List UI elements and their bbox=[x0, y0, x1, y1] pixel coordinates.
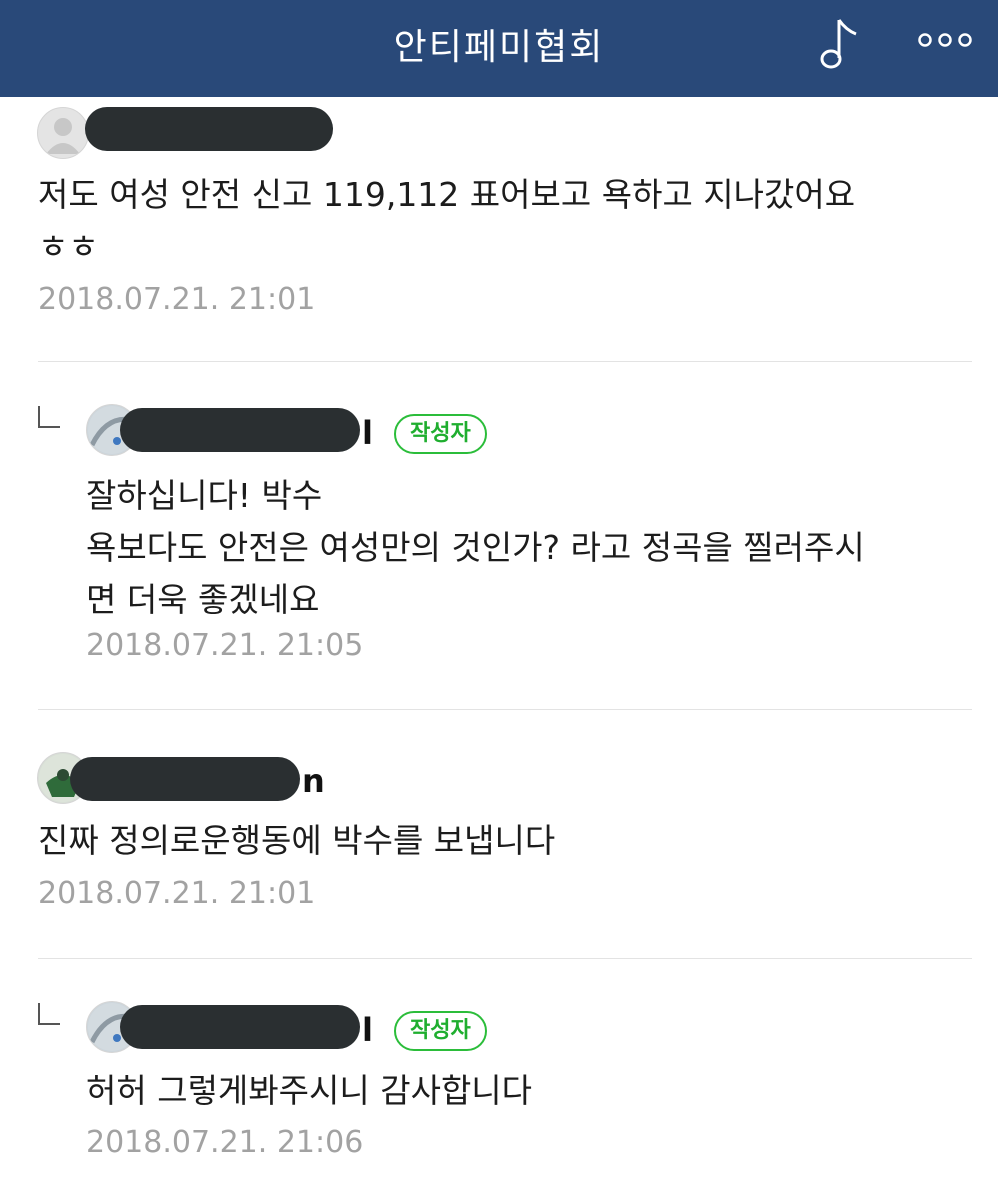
comment-timestamp: 2018.07.21. 21:06 bbox=[86, 1125, 364, 1160]
comment-timestamp: 2018.07.21. 21:01 bbox=[38, 282, 316, 317]
comment-text: 잘하십니다! 박수 욕보다도 안전은 여성만의 것인가? 라고 정곡을 찔러주시… bbox=[86, 476, 865, 619]
more-dots-icon[interactable] bbox=[915, 28, 975, 52]
redacted-username bbox=[85, 107, 333, 151]
redacted-username bbox=[120, 1005, 360, 1049]
music-note-icon[interactable] bbox=[806, 12, 866, 72]
username-tail: n bbox=[302, 762, 325, 800]
username-tail: l bbox=[362, 1011, 373, 1049]
app-header: 안티페미협회 bbox=[0, 0, 998, 97]
reply-item: l 작성자 잘하십니다! 박수 욕보다도 안전은 여성만의 것인가? 라고 정곡… bbox=[0, 362, 998, 710]
author-badge: 작성자 bbox=[394, 414, 487, 454]
author-badge: 작성자 bbox=[394, 1011, 487, 1051]
comment-timestamp: 2018.07.21. 21:05 bbox=[86, 628, 364, 663]
reply-indent-icon bbox=[38, 1003, 60, 1025]
reply-item: l 작성자 허허 그렇게봐주시니 감사합니다 2018.07.21. 21:06 bbox=[0, 959, 998, 1200]
comment-item: n 진짜 정의로운행동에 박수를 보냅니다 2018.07.21. 21:01 bbox=[0, 710, 998, 960]
avatar[interactable] bbox=[37, 107, 89, 159]
redacted-username bbox=[70, 757, 300, 801]
redacted-username bbox=[120, 408, 360, 452]
comment-item: 저도 여성 안전 신고 119,112 표어보고 욕하고 지나갔어요 ㅎㅎ 20… bbox=[0, 97, 998, 362]
comment-text: 진짜 정의로운행동에 박수를 보냅니다 bbox=[38, 821, 556, 860]
comment-text: 저도 여성 안전 신고 119,112 표어보고 욕하고 지나갔어요 ㅎㅎ bbox=[38, 175, 856, 266]
username-tail: l bbox=[362, 414, 373, 452]
comment-text: 허허 그렇게봐주시니 감사합니다 bbox=[86, 1071, 533, 1110]
comment-timestamp: 2018.07.21. 21:01 bbox=[38, 876, 316, 911]
reply-indent-icon bbox=[38, 406, 60, 428]
default-avatar-icon bbox=[46, 118, 80, 154]
